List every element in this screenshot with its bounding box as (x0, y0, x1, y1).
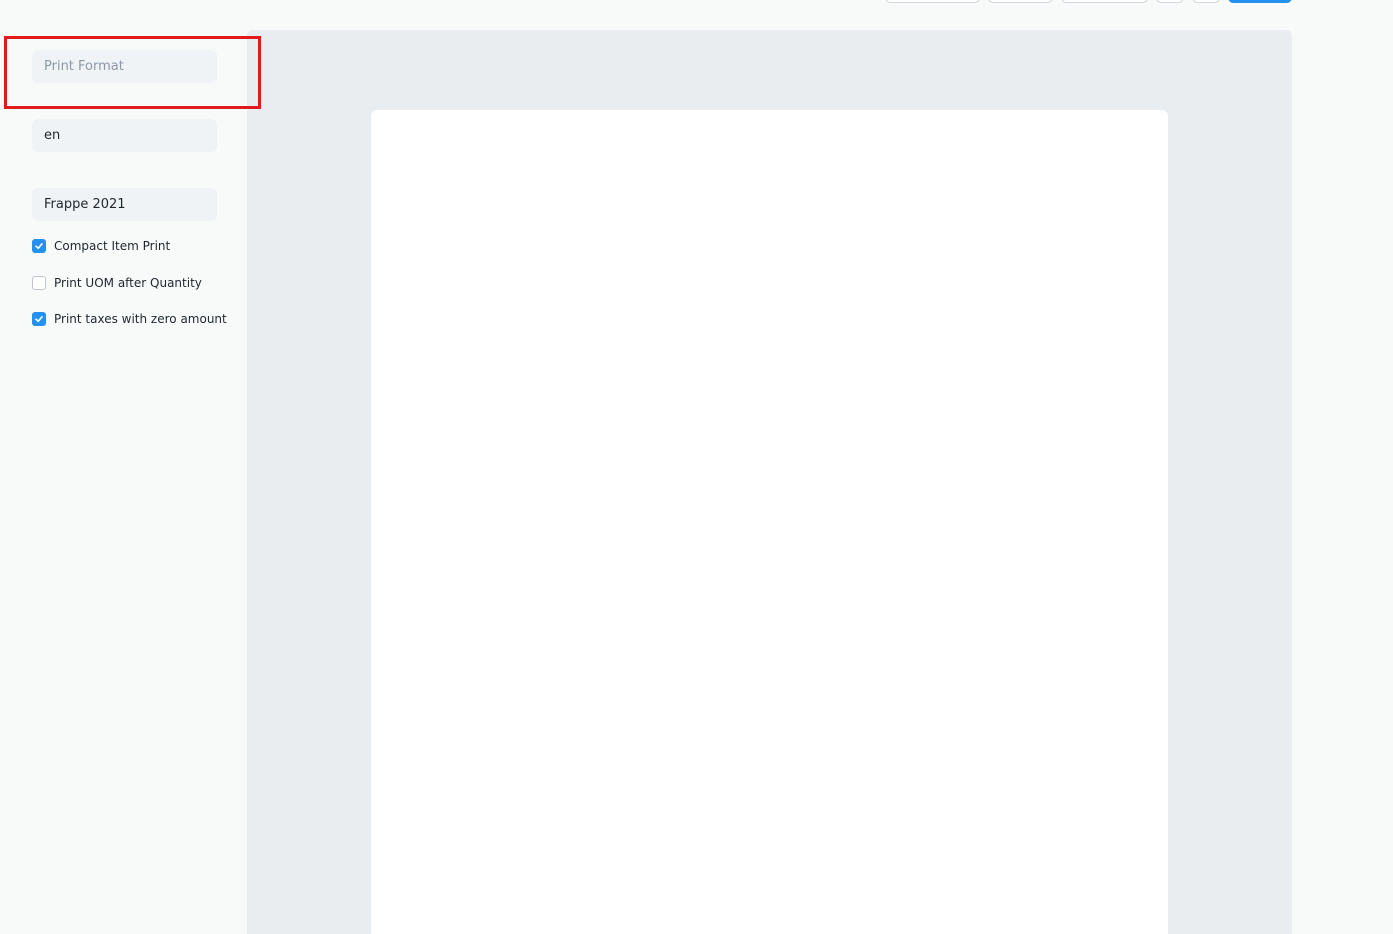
print-taxes-zero-amount-option[interactable]: Print taxes with zero amount (32, 312, 227, 326)
print-settings-sidebar: Compact Item Print Print UOM after Quant… (0, 0, 247, 934)
checkmark-icon (35, 316, 43, 323)
print-preview-paper (371, 110, 1168, 934)
print-uom-after-quantity-checkbox[interactable] (32, 276, 46, 290)
checkbox-label: Print taxes with zero amount (54, 312, 227, 326)
toolbar-button[interactable] (1061, 0, 1148, 3)
checkmark-icon (35, 243, 43, 250)
toolbar-icon-button[interactable] (1192, 0, 1220, 3)
compact-item-print-checkbox[interactable] (32, 239, 46, 253)
toolbar-icon-button[interactable] (1156, 0, 1184, 3)
toolbar-button[interactable] (885, 0, 980, 3)
compact-item-print-option[interactable]: Compact Item Print (32, 239, 170, 253)
print-preview-area (247, 30, 1292, 934)
print-uom-after-quantity-option[interactable]: Print UOM after Quantity (32, 276, 202, 290)
checkbox-label: Print UOM after Quantity (54, 276, 202, 290)
print-view-page: Compact Item Print Print UOM after Quant… (0, 0, 1393, 934)
checkbox-label: Compact Item Print (54, 239, 171, 253)
toolbar-button[interactable] (988, 0, 1053, 3)
letterhead-input[interactable] (32, 188, 217, 221)
language-input[interactable] (32, 119, 217, 152)
print-format-input[interactable] (32, 50, 217, 83)
toolbar-primary-button[interactable] (1228, 0, 1292, 3)
print-taxes-zero-amount-checkbox[interactable] (32, 312, 46, 326)
